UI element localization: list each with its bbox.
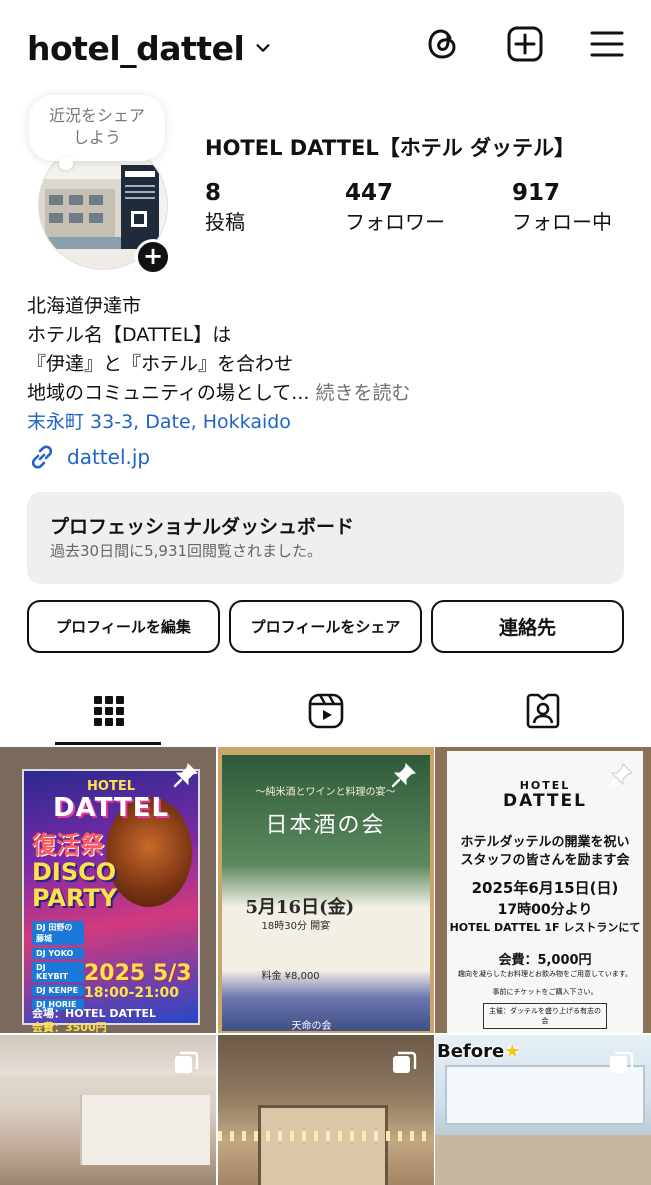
stat-followers-label: フォロワー xyxy=(345,210,445,234)
bio-line: 地域のコミュニティの場として... xyxy=(27,382,310,404)
poster-fee: 料金 ¥8,000 xyxy=(261,971,320,982)
tagged-icon xyxy=(526,693,559,729)
display-name: HOTEL DATTEL【ホテル ダッテル】 xyxy=(205,136,576,160)
stat-following-value: 917 xyxy=(512,180,561,206)
grid-icon xyxy=(93,696,124,726)
paper-time: 17時00分より xyxy=(497,902,593,918)
bio: 北海道伊達市 ホテル名【DATTEL】は 『伊達』と『ホテル』を合わせ 地域のコ… xyxy=(27,292,410,437)
post-lobby-photo[interactable] xyxy=(0,1035,216,1185)
reels-icon xyxy=(308,693,343,729)
dj-label: DJ YOKO xyxy=(32,948,84,959)
active-tab-indicator xyxy=(55,742,161,745)
bio-line: 北海道伊達市 xyxy=(27,295,142,317)
account-switcher[interactable]: hotel_dattel xyxy=(27,26,272,70)
tab-posts[interactable] xyxy=(0,676,217,746)
chevron-down-icon[interactable] xyxy=(254,39,272,57)
share-profile-button[interactable]: プロフィールをシェア xyxy=(229,600,422,653)
poster-fee: 会費：3500円 xyxy=(32,1021,107,1033)
paper-date: 2025年6月15日(日) xyxy=(471,879,619,897)
dashboard-title: プロフェッショナルダッシュボード xyxy=(50,516,355,538)
poster-dattel: DATTEL xyxy=(52,793,170,823)
content-tabs xyxy=(0,676,651,746)
bio-line-last: 地域のコミュニティの場として... 続きを読む xyxy=(27,379,410,408)
dj-label: DJ KENPE xyxy=(32,985,84,996)
profile-actions: プロフィールを編集 プロフィールをシェア 連絡先 xyxy=(27,600,624,653)
username[interactable]: hotel_dattel xyxy=(27,29,245,68)
poster-time: 18:00-21:00 xyxy=(84,985,179,1001)
contact-button[interactable]: 連絡先 xyxy=(431,600,624,653)
edit-profile-button[interactable]: プロフィールを編集 xyxy=(27,600,220,653)
poster-brand: 天命の会 xyxy=(291,1021,332,1032)
posts-grid: HOTEL DATTEL 復活祭 DISCO PARTY DJ 田野の藤城 DJ… xyxy=(0,747,651,1185)
paper-note: 事前にチケットをご購入下さい。 xyxy=(492,988,598,996)
stat-followers[interactable]: 447 フォロワー xyxy=(345,178,512,236)
announcement-paper: HOTEL DATTEL ホテルダッテルの開業を祝い スタッフの皆さんを励ます会… xyxy=(447,751,643,1033)
note-text-line1: 近況をシェア xyxy=(48,106,145,125)
bio-more-link[interactable]: 続きを読む xyxy=(315,382,410,404)
post-disco-party[interactable]: HOTEL DATTEL 復活祭 DISCO PARTY DJ 田野の藤城 DJ… xyxy=(0,747,216,1033)
tab-tagged[interactable] xyxy=(434,676,651,746)
poster-dj-list: DJ 田野の藤城 DJ YOKO DJ KEYBIT DJ KENPE DJ H… xyxy=(32,921,84,1010)
carousel-icon xyxy=(392,1051,416,1073)
carousel-icon xyxy=(610,1051,634,1073)
add-story-button[interactable]: + xyxy=(135,239,171,275)
stat-posts-value: 8 xyxy=(205,180,222,206)
stat-following[interactable]: 917 フォロー中 xyxy=(512,178,651,236)
tab-reels[interactable] xyxy=(217,676,434,746)
poster-time: 18時30分 開宴 xyxy=(261,921,331,932)
before-label: Before★ xyxy=(437,1041,520,1062)
pin-icon xyxy=(173,763,198,788)
pin-icon xyxy=(391,763,416,788)
stat-posts-label: 投稿 xyxy=(205,210,245,234)
bio-line: ホテル名【DATTEL】は xyxy=(27,324,232,346)
paper-venue: HOTEL DATTEL 1F レストランにて xyxy=(449,921,641,934)
paper-line: スタッフの皆さんを励ます会 xyxy=(460,853,630,868)
star-icon: ★ xyxy=(504,1041,521,1062)
threads-icon[interactable] xyxy=(423,24,463,64)
photo-lights xyxy=(217,1131,434,1141)
professional-dashboard[interactable]: プロフェッショナルダッシュボード 過去30日間に5,931回閲覧されました。 xyxy=(27,492,624,584)
note-bubble[interactable]: 近況をシェア しよう xyxy=(29,95,165,170)
dj-label: DJ 田野の藤城 xyxy=(32,921,84,945)
photo-door xyxy=(257,1105,388,1185)
paper-dattel: DATTEL xyxy=(503,791,587,811)
link-icon xyxy=(31,445,53,469)
before-text: Before xyxy=(437,1041,505,1062)
post-hall-photo[interactable] xyxy=(217,1035,434,1185)
pin-icon xyxy=(608,763,633,788)
disco-poster: HOTEL DATTEL 復活祭 DISCO PARTY DJ 田野の藤城 DJ… xyxy=(22,769,200,1033)
dj-label: DJ KEYBIT xyxy=(32,962,84,982)
post-before-photo[interactable]: Before★ xyxy=(435,1035,651,1185)
paper-note: 趣向を凝らしたお料理とお飲み物をご用意しています。 xyxy=(457,970,633,978)
post-opening-party[interactable]: HOTEL DATTEL ホテルダッテルの開業を祝い スタッフの皆さんを励ます会… xyxy=(435,747,651,1033)
create-post-icon[interactable] xyxy=(505,24,545,64)
poster-date: 2025 5/3 xyxy=(84,961,192,986)
stat-following-label: フォロー中 xyxy=(512,210,612,234)
location-link[interactable]: 末永町 33-3, Date, Hokkaido xyxy=(27,408,410,437)
poster-disco: DISCO PARTY xyxy=(32,859,117,911)
bio-line: 『伊達』と『ホテル』を合わせ xyxy=(27,353,294,375)
photo-floor xyxy=(435,1135,651,1185)
note-text-line2: しよう xyxy=(72,128,121,147)
stat-followers-value: 447 xyxy=(345,180,394,206)
poster-disco-line1: DISCO xyxy=(32,858,117,886)
profile-stats: 8 投稿 447 フォロワー 917 フォロー中 xyxy=(205,178,651,236)
carousel-icon xyxy=(175,1051,199,1073)
menu-icon[interactable] xyxy=(587,24,627,64)
paper-organizer: 主催：ダッテルを盛り上げる有志の会 xyxy=(483,1003,607,1029)
sake-poster: 〜純米酒とワインと料理の宴〜 日本酒の会 5月16日(金) 18時30分 開宴 … xyxy=(221,755,430,1032)
poster-date: 5月16日(金) xyxy=(245,897,355,918)
dashboard-subtitle: 過去30日間に5,931回閲覧されました。 xyxy=(50,542,323,560)
post-sake-event[interactable]: 〜純米酒とワインと料理の宴〜 日本酒の会 5月16日(金) 18時30分 開宴 … xyxy=(217,747,434,1033)
paper-fee: 会費：5,000円 xyxy=(498,953,592,968)
stat-posts[interactable]: 8 投稿 xyxy=(205,178,345,236)
poster-title: 復活祭 xyxy=(32,831,104,859)
paper-line: ホテルダッテルの開業を祝い xyxy=(460,835,630,850)
website-link[interactable]: dattel.jp xyxy=(27,442,150,472)
website-link-text[interactable]: dattel.jp xyxy=(67,445,150,469)
photo-wall xyxy=(80,1095,210,1165)
poster-title: 日本酒の会 xyxy=(265,813,386,838)
poster-disco-line2: PARTY xyxy=(32,884,118,912)
top-bar: hotel_dattel xyxy=(0,0,651,95)
